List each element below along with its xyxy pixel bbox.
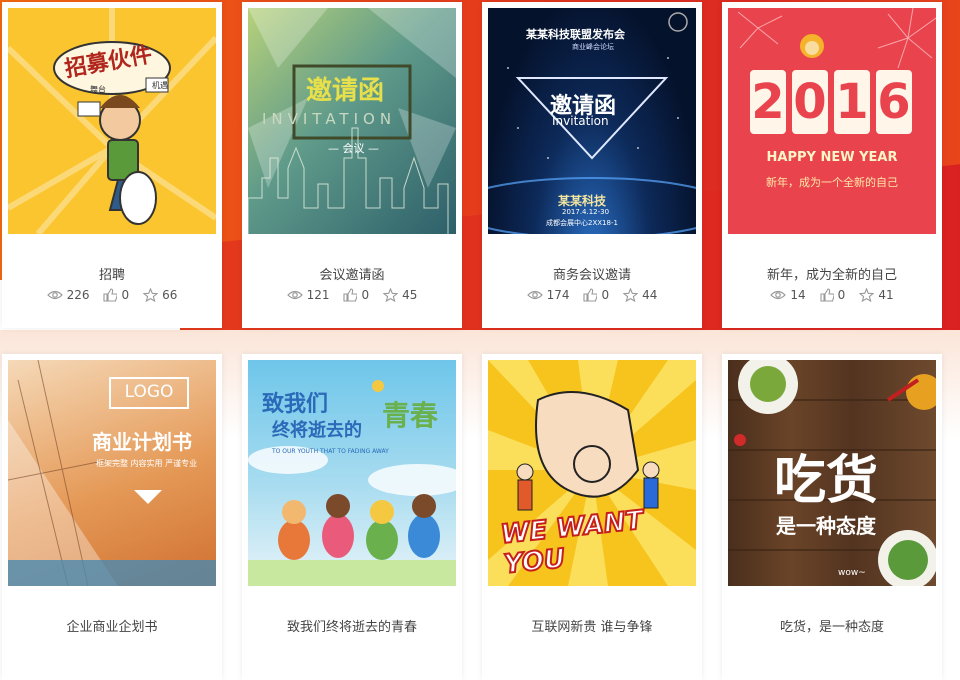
favorites-count: 41	[878, 288, 894, 302]
template-stats: 226 0 66	[2, 288, 222, 302]
thumbnail-date: 2017.4.12-30	[562, 208, 610, 216]
likes-count: 0	[837, 288, 846, 302]
views-count: 14	[790, 288, 806, 302]
views-count: 226	[66, 288, 90, 302]
likes-stat[interactable]: 0	[583, 288, 609, 302]
favorites-stat[interactable]: 45	[383, 288, 417, 302]
star-icon[interactable]	[143, 288, 159, 302]
template-card[interactable]: 致我们 终将逝去的 青春 TO OUR YOUTH THAT TO FADING…	[242, 354, 462, 680]
views-stat: 174	[526, 288, 570, 302]
template-thumbnail[interactable]: LOGO 商业计划书 框架完整 内容实用 严谨专业	[8, 360, 216, 586]
eye-icon	[286, 289, 303, 301]
template-stats: 174 0 44	[482, 288, 702, 302]
thumbs-up-icon[interactable]	[820, 288, 834, 302]
thumbs-up-icon[interactable]	[343, 288, 358, 302]
thumbnail-bubble-text: 舞台	[90, 85, 106, 94]
year-digit: 1	[834, 70, 870, 134]
thumbnail-slogan: 新年，成为一个全新的自己	[766, 176, 898, 189]
year-digit: 0	[792, 70, 828, 134]
likes-count: 0	[121, 288, 130, 302]
thumbnail-subtitle: 框架完整 内容实用 严谨专业	[96, 459, 198, 468]
favorites-count: 44	[642, 288, 658, 302]
template-title[interactable]: 吃货，是一种态度	[722, 616, 942, 635]
template-thumbnail[interactable]: 致我们 终将逝去的 青春 TO OUR YOUTH THAT TO FADING…	[248, 360, 456, 586]
thumbnail-top-subtitle: 商业峰会论坛	[572, 43, 614, 51]
template-thumbnail[interactable]: 2 0 1 6 HAPPY NEW YEAR 新年，成为一个全新的自己	[728, 8, 936, 234]
thumbnail-en: TO OUR YOUTH THAT TO FADING AWAY	[272, 448, 389, 455]
views-count: 121	[306, 288, 330, 302]
thumbnail-top-title: 某某科技联盟发布会	[526, 28, 625, 41]
template-stats: 121 0 45	[242, 288, 462, 302]
star-icon[interactable]	[859, 288, 875, 302]
likes-stat[interactable]: 0	[343, 288, 369, 302]
favorites-stat[interactable]: 66	[143, 288, 177, 302]
year-digit: 2	[750, 70, 786, 134]
star-icon[interactable]	[383, 288, 399, 302]
template-thumbnail[interactable]: 邀请函 INVITATION — 会议 —	[248, 8, 456, 234]
template-thumbnail[interactable]: 某某科技联盟发布会 商业峰会论坛 邀请函 Invitation 某某科技 201…	[488, 8, 696, 234]
thumbnail-line-2: 终将逝去的	[272, 420, 362, 441]
template-title[interactable]: 新年，成为全新的自己	[722, 264, 942, 283]
views-stat: 14	[770, 288, 806, 302]
views-stat: 226	[46, 288, 90, 302]
views-count: 174	[546, 288, 570, 302]
thumbnail-headline: 商业计划书	[92, 430, 192, 454]
template-title[interactable]: 互联网新贵 谁与争锋	[482, 616, 702, 635]
eye-icon	[526, 289, 543, 301]
template-card[interactable]: 招募伙件 舞台 机遇 招聘 226 0 66	[2, 2, 222, 328]
thumbnail-bubble-text: 机遇	[152, 81, 168, 90]
template-card[interactable]: 2 0 1 6 HAPPY NEW YEAR 新年，成为一个全新的自己 新年，成…	[722, 2, 942, 328]
views-stat: 121	[286, 288, 330, 302]
thumbnail-tag: wow~	[838, 568, 866, 578]
star-icon[interactable]	[623, 288, 639, 302]
favorites-count: 45	[402, 288, 418, 302]
likes-count: 0	[601, 288, 610, 302]
template-card[interactable]: LOGO 商业计划书 框架完整 内容实用 严谨专业 企业商业企划书	[2, 354, 222, 680]
thumbnail-greeting: HAPPY NEW YEAR	[766, 150, 898, 165]
likes-stat[interactable]: 0	[820, 288, 846, 302]
template-card[interactable]: 邀请函 INVITATION — 会议 — 会议邀请函 121 0 45	[242, 2, 462, 328]
year-digit: 6	[876, 70, 912, 134]
template-title[interactable]: 商务会议邀请	[482, 264, 702, 283]
thumbnail-line-1: 致我们	[262, 392, 329, 417]
template-title[interactable]: 招聘	[2, 264, 222, 283]
thumbnail-place: 成都会展中心2XX18-1	[546, 219, 618, 227]
template-stats: 14 0 41	[722, 288, 942, 302]
template-thumbnail[interactable]: 吃货 是一种态度 wow~	[728, 360, 936, 586]
likes-stat[interactable]: 0	[103, 288, 129, 302]
thumbnail-headline: 邀请函	[306, 76, 385, 106]
eye-icon	[46, 289, 63, 301]
template-card[interactable]: 某某科技联盟发布会 商业峰会论坛 邀请函 Invitation 某某科技 201…	[482, 2, 702, 328]
favorites-stat[interactable]: 44	[623, 288, 657, 302]
template-card[interactable]: 吃货 是一种态度 wow~ 吃货，是一种态度	[722, 354, 942, 680]
thumbnail-en-title: Invitation	[552, 114, 609, 128]
thumbnail-tag: — 会议 —	[328, 142, 379, 155]
favorites-stat[interactable]: 41	[859, 288, 894, 302]
year-digits: 2 0 1 6	[750, 70, 912, 134]
thumbnail-subtitle: INVITATION	[262, 110, 397, 128]
thumbnail-company: 某某科技	[558, 194, 607, 208]
template-card[interactable]: WE WANT YOU 互联网新贵 谁与争锋	[482, 354, 702, 680]
favorites-count: 66	[162, 288, 178, 302]
thumbnail-accent: 青春	[382, 399, 439, 432]
likes-count: 0	[361, 288, 370, 302]
thumbs-up-icon[interactable]	[103, 288, 118, 302]
template-thumbnail[interactable]: WE WANT YOU	[488, 360, 696, 586]
thumbs-up-icon[interactable]	[583, 288, 598, 302]
thumbnail-subtitle: 是一种态度	[776, 514, 876, 538]
template-title[interactable]: 会议邀请函	[242, 264, 462, 283]
template-thumbnail[interactable]: 招募伙件 舞台 机遇	[8, 8, 216, 234]
template-title[interactable]: 致我们终将逝去的青春	[242, 616, 462, 635]
thumbnail-logo-text: LOGO	[124, 382, 174, 402]
template-title[interactable]: 企业商业企划书	[2, 616, 222, 635]
eye-icon	[770, 289, 787, 301]
thumbnail-headline: 吃货	[774, 451, 879, 511]
